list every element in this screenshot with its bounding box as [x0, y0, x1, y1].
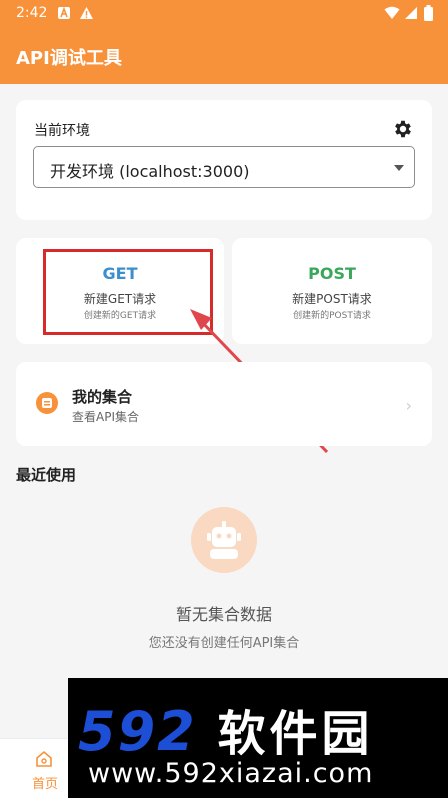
- app-title: API调试工具: [16, 48, 122, 69]
- watermark-logo: 592 软件园: [78, 694, 374, 764]
- empty-state-subtitle: 您还没有创建任何API集合: [148, 636, 300, 651]
- recent-section-title: 最近使用: [16, 466, 77, 484]
- annotation-highlight-box: [43, 249, 213, 335]
- notification-a-icon: [58, 6, 70, 19]
- new-post-request-card[interactable]: POST 新建POST请求 创建新的POST请求: [232, 238, 432, 344]
- watermark-overlay: 592 软件园 www.592xiazai.com: [68, 678, 448, 798]
- environment-select[interactable]: 开发环境 (localhost:3000): [33, 146, 415, 188]
- environment-selected-value: 开发环境 (localhost:3000): [50, 162, 250, 181]
- battery-icon: [424, 5, 433, 21]
- post-request-label: 新建POST请求: [292, 292, 372, 306]
- collection-icon: [36, 392, 58, 414]
- app-bar: API调试工具: [0, 28, 448, 84]
- watermark-url: www.592xiazai.com: [88, 758, 374, 789]
- signal-icon: [405, 7, 417, 19]
- dropdown-caret-icon: [394, 165, 404, 171]
- chevron-right-icon: ›: [405, 396, 412, 415]
- collections-subtitle: 查看API集合: [72, 410, 139, 424]
- warning-icon: [80, 7, 93, 19]
- environment-label: 当前环境: [34, 123, 90, 139]
- status-time: 2:42: [16, 5, 48, 21]
- post-request-desc: 创建新的POST请求: [293, 311, 371, 321]
- home-icon: [36, 750, 52, 767]
- watermark-brand: 592: [78, 700, 197, 763]
- collections-title: 我的集合: [72, 388, 133, 406]
- wifi-icon: [384, 6, 400, 19]
- watermark-brand-cn: 软件园: [217, 706, 374, 762]
- post-method-label: POST: [308, 264, 356, 283]
- status-bar: 2:42: [0, 0, 448, 28]
- environment-card: 当前环境 开发环境 (localhost:3000): [16, 100, 432, 220]
- robot-icon: [191, 507, 257, 573]
- gear-icon[interactable]: [392, 118, 414, 140]
- empty-state-title: 暂无集合数据: [175, 605, 272, 624]
- my-collections-card[interactable]: 我的集合 查看API集合 ›: [16, 362, 432, 446]
